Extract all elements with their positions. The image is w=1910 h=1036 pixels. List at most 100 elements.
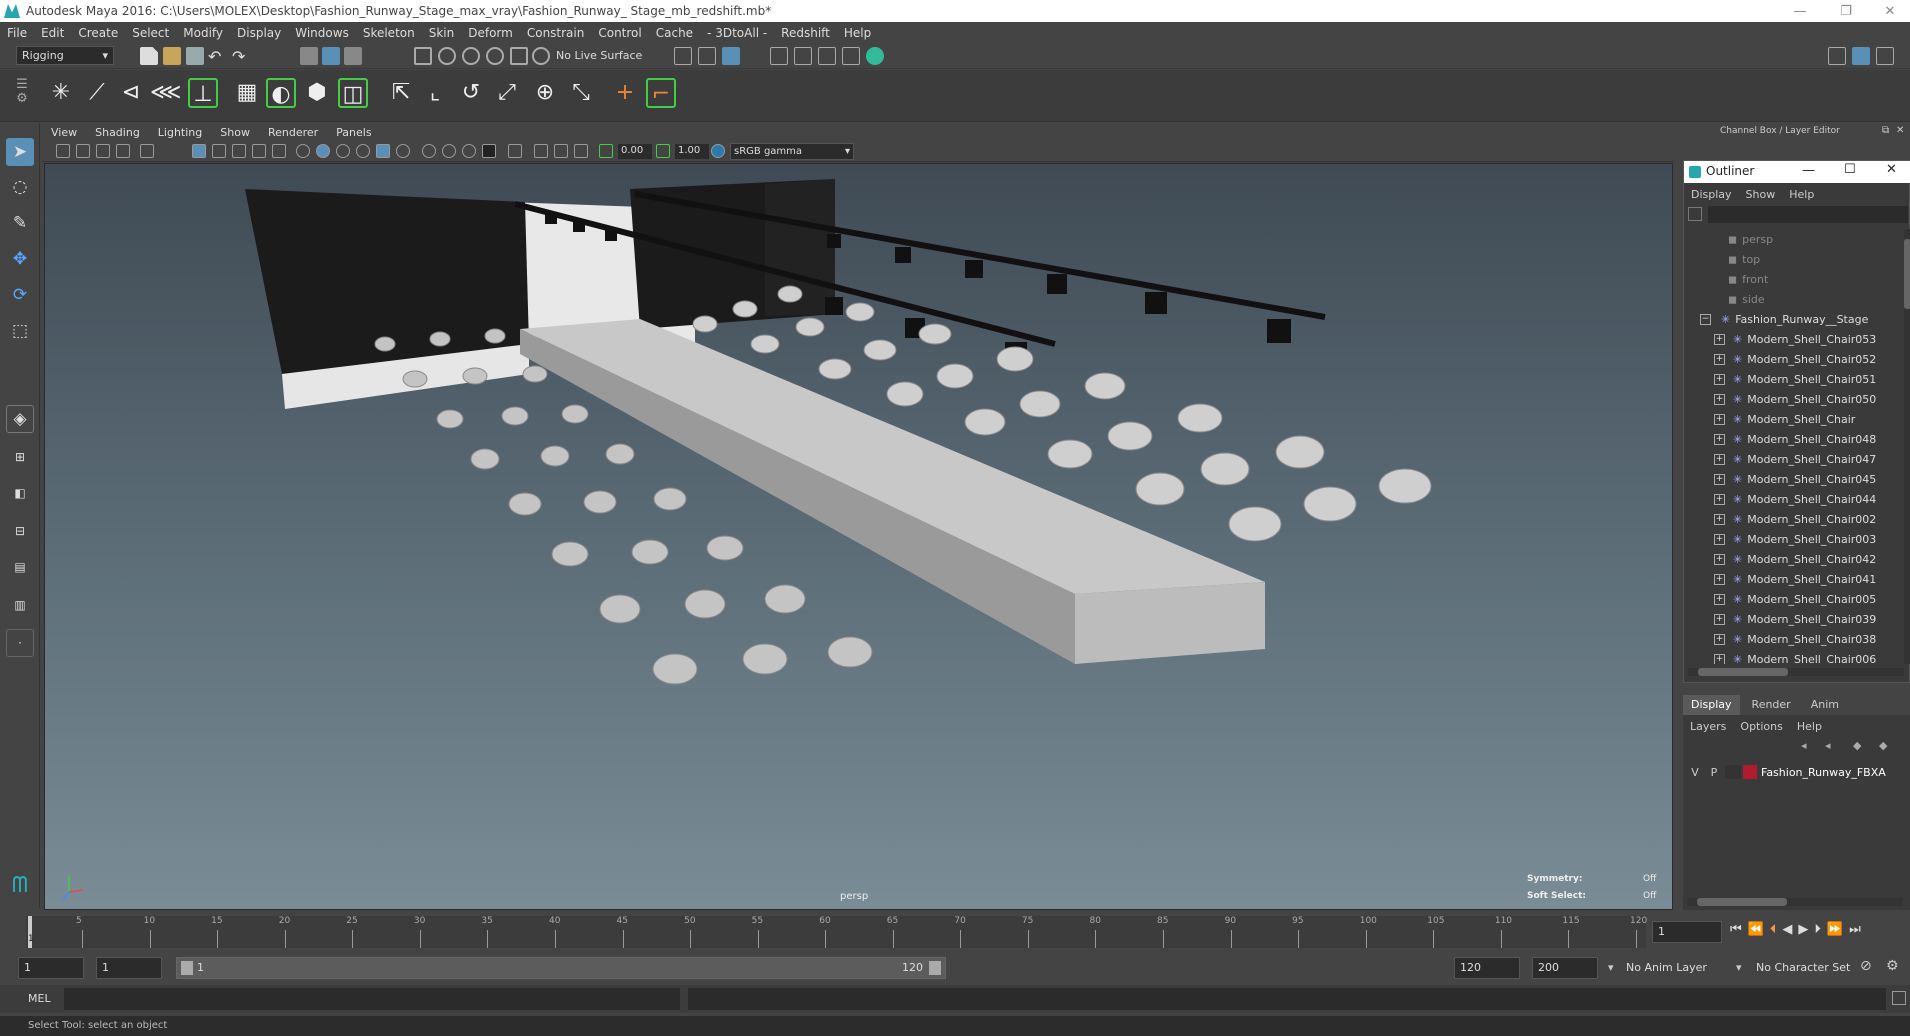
script-editor-icon[interactable]: [1892, 991, 1906, 1005]
outliner-camera-top[interactable]: ◼ top: [1728, 249, 1904, 269]
outliner-tree[interactable]: ◼ persp ◼ top ◼ front ◼ side − ✳ Fashion_Runwa…: [1684, 229, 1904, 664]
scale-constraint-icon[interactable]: ⤢: [492, 78, 522, 108]
channel-box-icon[interactable]: [1876, 47, 1894, 65]
select-hierarchy-icon[interactable]: [300, 47, 318, 65]
outliner-item[interactable]: + ✳ Modern_Shell_Chair005: [1714, 589, 1904, 609]
snap-view-plane-icon[interactable]: [486, 47, 504, 65]
expand-icon[interactable]: +: [1714, 573, 1725, 585]
restore-icon[interactable]: ❐: [1826, 0, 1866, 22]
expand-icon[interactable]: +: [1714, 393, 1725, 405]
expand-icon[interactable]: +: [1714, 633, 1725, 645]
lights-icon[interactable]: [356, 144, 370, 158]
range-end-handle[interactable]: [929, 961, 941, 975]
camera-select-icon[interactable]: [56, 144, 70, 158]
expand-icon[interactable]: +: [1714, 373, 1725, 385]
outliner-item[interactable]: + ✳ Modern_Shell_Chair038: [1714, 629, 1904, 649]
panel-menu-shading[interactable]: Shading: [86, 126, 149, 139]
new-layer-icon[interactable]: ◆: [1853, 739, 1861, 752]
rotate-tool-icon[interactable]: ⟳: [6, 281, 34, 309]
textured-icon[interactable]: [336, 144, 350, 158]
view-transform-dropdown[interactable]: sRGB gamma ▾: [730, 143, 854, 160]
menu-help[interactable]: Help: [837, 26, 878, 40]
expand-icon[interactable]: +: [1714, 653, 1725, 664]
chevron-down-icon[interactable]: ▾: [1608, 961, 1614, 974]
outliner-item[interactable]: + ✳ Modern_Shell_Chair045: [1714, 469, 1904, 489]
grid-toggle-icon[interactable]: [140, 144, 154, 158]
expand-icon[interactable]: +: [1714, 413, 1725, 425]
ipr-render-icon[interactable]: [722, 47, 740, 65]
menu-skeleton[interactable]: Skeleton: [356, 26, 422, 40]
layout-four-view-icon[interactable]: ⊞: [6, 443, 34, 471]
point-constraint-icon[interactable]: ⌞: [420, 78, 450, 108]
range-slider[interactable]: 1 120: [176, 957, 946, 979]
outliner-menu-show[interactable]: Show: [1739, 188, 1783, 201]
wireframe-icon[interactable]: [192, 144, 206, 158]
step-forward-frame-icon[interactable]: ⏵: [1814, 922, 1821, 937]
outliner-menu-help[interactable]: Help: [1782, 188, 1821, 201]
move-tool-icon[interactable]: ✥: [6, 245, 34, 273]
chevron-down-icon[interactable]: ▾: [1736, 961, 1742, 974]
redo-icon[interactable]: ↷: [232, 47, 250, 66]
layer-menu-help[interactable]: Help: [1790, 720, 1829, 733]
render-settings-icon[interactable]: [770, 47, 788, 65]
outliner-camera-persp[interactable]: ◼ persp: [1728, 229, 1904, 249]
layer-move-down-icon[interactable]: ◂: [1825, 739, 1831, 752]
menu-redshift[interactable]: Redshift: [774, 26, 837, 40]
expand-icon[interactable]: +: [1714, 333, 1725, 345]
outliner-close-icon[interactable]: ✕: [1886, 162, 1897, 177]
ik-spline-icon[interactable]: ⊲: [116, 78, 146, 108]
mel-command-input[interactable]: [64, 988, 680, 1010]
isolate-select-icon[interactable]: [482, 144, 496, 158]
hypershade-icon[interactable]: [794, 47, 812, 65]
layer-row[interactable]: V P Fashion_Runway_FBXA: [1687, 763, 1903, 781]
outliner-item[interactable]: + ✳ Modern_Shell_Chair002: [1714, 509, 1904, 529]
tab-anim[interactable]: Anim: [1803, 695, 1847, 715]
layer-playback-toggle[interactable]: P: [1703, 766, 1725, 779]
select-objects-icon[interactable]: [322, 47, 340, 65]
menu-windows[interactable]: Windows: [288, 26, 356, 40]
layer-visibility-toggle[interactable]: V: [1687, 766, 1703, 779]
layout-hypershade-icon[interactable]: ▥: [6, 591, 34, 619]
shelf-options-icon[interactable]: ☰ ⚙: [12, 78, 32, 108]
panel-menu-lighting[interactable]: Lighting: [149, 126, 211, 139]
outliner-item[interactable]: + ✳ Modern_Shell_Chair: [1714, 409, 1904, 429]
expand-icon[interactable]: +: [1714, 433, 1725, 445]
exposure-icon[interactable]: [599, 144, 613, 158]
outliner-scrollbar[interactable]: [1904, 229, 1910, 664]
xray-joints-icon[interactable]: [534, 144, 548, 158]
layer-hscrollbar[interactable]: [1687, 898, 1903, 906]
outliner-item[interactable]: + ✳ Modern_Shell_Chair044: [1714, 489, 1904, 509]
menu-skin[interactable]: Skin: [422, 26, 462, 40]
render-region-icon[interactable]: [842, 47, 860, 65]
expand-icon[interactable]: +: [1714, 553, 1725, 565]
layer-type-toggle[interactable]: [1725, 765, 1741, 779]
outliner-item[interactable]: + ✳ Modern_Shell_Chair052: [1714, 349, 1904, 369]
insert-joint-icon[interactable]: ⋘: [150, 78, 181, 108]
scale-tool-icon[interactable]: ⬚: [6, 317, 34, 345]
outliner-item[interactable]: + ✳ Modern_Shell_Chair003: [1714, 529, 1904, 549]
pole-vector-icon[interactable]: ⤡: [566, 78, 596, 108]
film-gate-icon[interactable]: [212, 144, 226, 158]
snap-grid-icon[interactable]: [414, 47, 432, 65]
menu-select[interactable]: Select: [125, 26, 176, 40]
time-slider[interactable]: 1 5 10 15 20 25 30 35 40 45 50 55 60 65 70 75 80 85 90 95 1…: [0, 910, 1910, 952]
gamma-icon[interactable]: [656, 144, 670, 158]
outliner-item[interactable]: + ✳ Modern_Shell_Chair041: [1714, 569, 1904, 589]
outliner-item[interactable]: + ✳ Modern_Shell_Chair047: [1714, 449, 1904, 469]
outliner-item[interactable]: + ✳ Modern_Shell_Chair048: [1714, 429, 1904, 449]
orient-constraint-icon[interactable]: ↺: [456, 78, 486, 108]
expand-icon[interactable]: +: [1714, 453, 1725, 465]
ambient-occlusion-icon[interactable]: [396, 144, 410, 158]
auto-key-icon[interactable]: ⊘: [1860, 958, 1872, 974]
paint-select-icon[interactable]: ✎: [6, 209, 34, 237]
expand-icon[interactable]: +: [1714, 353, 1725, 365]
layer-move-up-icon[interactable]: ◂: [1801, 739, 1807, 752]
layer-color-swatch[interactable]: [1743, 765, 1757, 779]
animation-prefs-icon[interactable]: ⚙: [1886, 958, 1899, 974]
undo-icon[interactable]: ↶: [208, 47, 226, 66]
menu-control[interactable]: Control: [591, 26, 648, 40]
xray-icon[interactable]: [508, 144, 522, 158]
outliner-hscrollbar[interactable]: [1688, 668, 1904, 676]
close-panel-icon[interactable]: ✕: [1896, 125, 1904, 136]
render-frame-icon[interactable]: [698, 47, 716, 65]
